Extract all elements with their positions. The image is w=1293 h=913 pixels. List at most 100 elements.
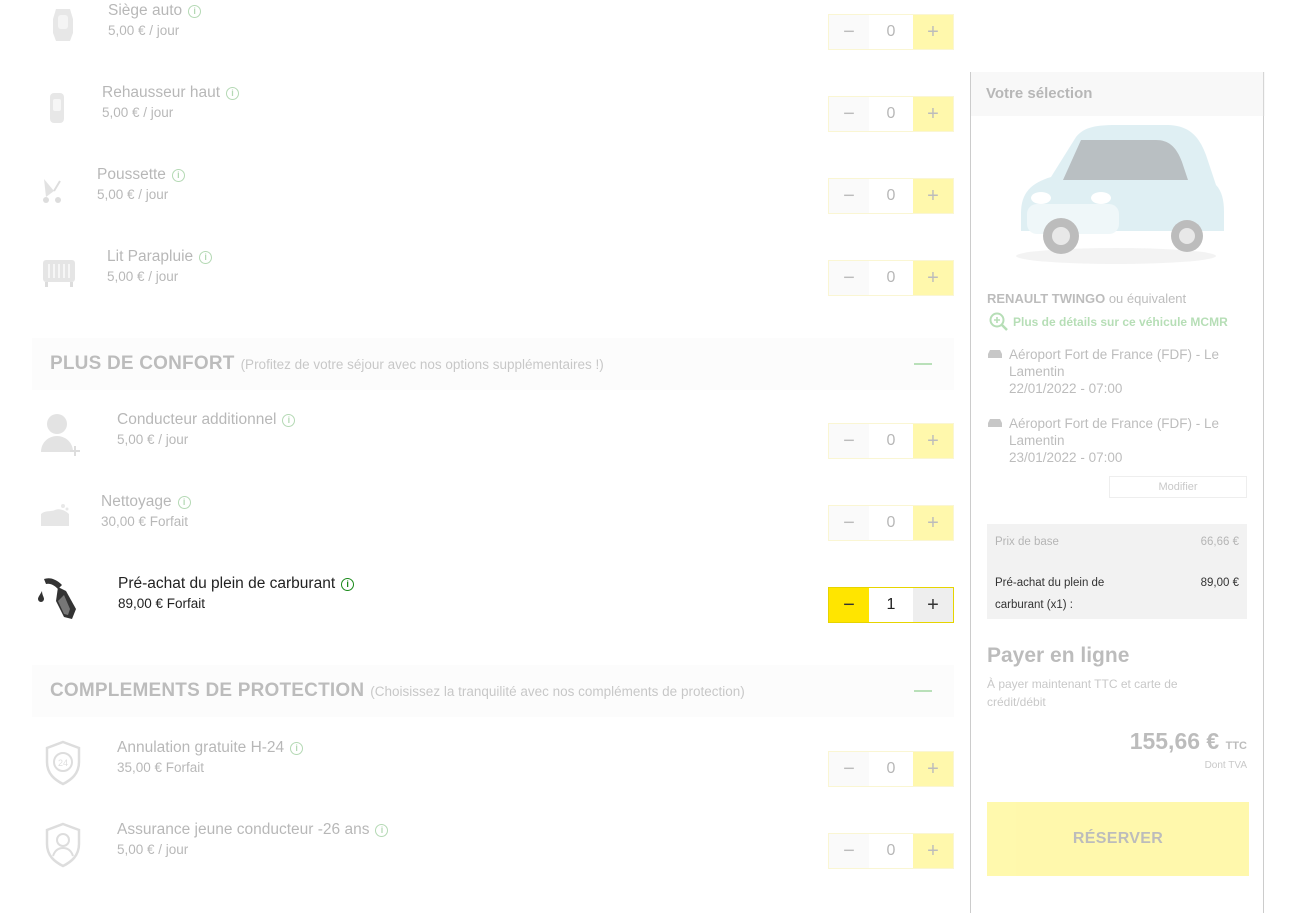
dropoff-place: Aéroport Fort de France (FDF) - Le Lamen… (1009, 416, 1220, 448)
booster-seat-icon (32, 84, 82, 132)
total-suffix: TTC (1225, 740, 1247, 752)
total-amount: 155,66 € (1129, 728, 1220, 754)
info-icon[interactable]: i (282, 414, 296, 427)
info-icon[interactable]: i (171, 169, 185, 182)
base-price-value: 66,66 € (1200, 536, 1239, 548)
pickup-place: Aéroport Fort de France (FDF) - Le Lamen… (1009, 347, 1220, 379)
info-icon[interactable]: i (341, 578, 355, 591)
total-price: 155,66 € TTC (1130, 728, 1247, 755)
quantity-value[interactable]: 1 (869, 588, 913, 622)
info-icon[interactable]: i (199, 251, 213, 264)
quantity-stepper: − 0 + (828, 505, 954, 541)
increment-button[interactable]: + (913, 424, 953, 458)
increment-button[interactable]: + (913, 506, 953, 540)
quantity-value[interactable]: 0 (869, 261, 913, 295)
option-price: 5,00 € / jour (102, 105, 174, 120)
quantity-stepper: − 0 + (828, 260, 954, 296)
increment-button[interactable]: + (913, 179, 953, 213)
option-price: 89,00 € Forfait (118, 596, 206, 611)
quantity-value[interactable]: 0 (869, 15, 913, 49)
increment-button[interactable]: + (913, 15, 953, 49)
decrement-button[interactable]: − (829, 752, 869, 786)
decrement-button[interactable]: − (829, 506, 869, 540)
decrement-button[interactable]: − (829, 179, 869, 213)
info-icon[interactable]: i (375, 824, 389, 837)
base-price-line: Prix de base 66,66 € (995, 536, 1239, 548)
car-icon (988, 350, 1002, 358)
decrement-button[interactable]: − (829, 834, 869, 868)
fuel-price-value: 89,00 € (1200, 577, 1239, 589)
option-pre-achat-carburant: Pré-achat du plein de carburant i 89,00 €… (32, 575, 954, 635)
section-subtitle: (Profitez de votre séjour avec nos optio… (240, 356, 604, 372)
quantity-stepper: − 0 + (828, 833, 954, 869)
car-image (1001, 118, 1231, 268)
car-model-name: RENAULT TWINGO (987, 291, 1106, 306)
reserve-button[interactable]: RÉSERVER (987, 802, 1249, 876)
option-title: Conducteur additionnel (117, 411, 277, 428)
option-title: Pré-achat du plein de carburant (118, 575, 336, 592)
cleaning-icon (30, 493, 80, 541)
price-breakdown: Prix de base 66,66 € Pré-achat du plein … (987, 524, 1247, 619)
quantity-value[interactable]: 0 (869, 424, 913, 458)
info-icon[interactable]: i (188, 5, 202, 18)
option-title: Nettoyage (101, 493, 172, 510)
fuel-price-label: Pré-achat du plein de carburant (x1) : (995, 577, 1105, 611)
quantity-value[interactable]: 0 (869, 834, 913, 868)
quantity-value[interactable]: 0 (869, 179, 913, 213)
decrement-button[interactable]: − (829, 261, 869, 295)
car-details-link[interactable]: Plus de détails sur ce véhicule MCMR (989, 312, 1228, 332)
dropoff-info: Aéroport Fort de France (FDF) - Le Lamen… (987, 415, 1247, 466)
section-header-protection[interactable]: COMPLEMENTS DE PROTECTION (Choisissez la… (32, 665, 954, 717)
option-title: Poussette (97, 166, 166, 183)
pickup-info: Aéroport Fort de France (FDF) - Le Lamen… (987, 346, 1247, 397)
stroller-icon (28, 166, 78, 214)
info-icon[interactable]: i (177, 496, 191, 509)
increment-button[interactable]: + (913, 588, 953, 622)
quantity-value[interactable]: 0 (869, 752, 913, 786)
quantity-stepper: − 0 + (828, 96, 954, 132)
quantity-value[interactable]: 0 (869, 97, 913, 131)
car-icon (988, 419, 1002, 427)
pickup-date: 22/01/2022 - 07:00 (1009, 381, 1123, 396)
option-assurance-jeune: Assurance jeune conducteur -26 ans i 5,00… (32, 821, 954, 881)
info-icon[interactable]: i (226, 87, 240, 100)
car-model: RENAULT TWINGO ou équivalent (987, 291, 1186, 306)
collapse-icon[interactable] (914, 363, 932, 365)
option-nettoyage: Nettoyage i 30,00 € Forfait − 0 + (32, 493, 954, 553)
option-title: Assurance jeune conducteur -26 ans (117, 821, 370, 838)
collapse-icon[interactable] (914, 690, 932, 692)
pay-online-subtitle: À payer maintenant TTC et carte de crédi… (987, 677, 1178, 709)
car-seat-icon (38, 2, 88, 50)
option-rehausseur-haut: Rehausseur haut i 5,00 € / jour − 0 + (32, 84, 954, 144)
option-title: Annulation gratuite H-24 (117, 739, 285, 756)
info-icon[interactable]: i (290, 742, 304, 755)
option-poussette: Poussette i 5,00 € / jour − 0 + (32, 166, 954, 226)
decrement-button[interactable]: − (829, 97, 869, 131)
decrement-button[interactable]: − (829, 15, 869, 49)
car-equivalent: ou équivalent (1108, 291, 1187, 306)
increment-button[interactable]: + (913, 261, 953, 295)
option-price: 35,00 € Forfait (117, 760, 205, 775)
section-header-confort[interactable]: PLUS DE CONFORT (Profitez de votre séjou… (32, 338, 954, 390)
modify-button[interactable]: Modifier (1109, 476, 1247, 498)
quantity-stepper: − 0 + (828, 14, 954, 50)
fuel-price-line: Pré-achat du plein de carburant (x1) : 8… (995, 572, 1239, 616)
svg-text:24: 24 (58, 758, 68, 768)
option-annulation-gratuite: 24 Annulation gratuite H-24 i 35,00 € For… (32, 739, 954, 799)
total-tax-note: Dont TVA (1204, 760, 1247, 771)
additional-driver-icon (36, 411, 86, 459)
quantity-value[interactable]: 0 (869, 506, 913, 540)
base-price-label: Prix de base (995, 536, 1059, 548)
quantity-stepper: − 0 + (828, 423, 954, 459)
section-subtitle: (Choisissez la tranquilité avec nos comp… (370, 683, 745, 699)
increment-button[interactable]: + (913, 834, 953, 868)
quantity-stepper: − 0 + (828, 751, 954, 787)
increment-button[interactable]: + (913, 97, 953, 131)
pay-online-title: Payer en ligne (987, 644, 1130, 667)
option-conducteur-additionnel: Conducteur additionnel i 5,00 € / jour − … (32, 411, 954, 471)
section-title: COMPLEMENTS DE PROTECTION (50, 680, 365, 701)
decrement-button[interactable]: − (829, 424, 869, 458)
decrement-button[interactable]: − (829, 588, 869, 622)
fuel-pump-icon (36, 573, 86, 621)
increment-button[interactable]: + (913, 752, 953, 786)
